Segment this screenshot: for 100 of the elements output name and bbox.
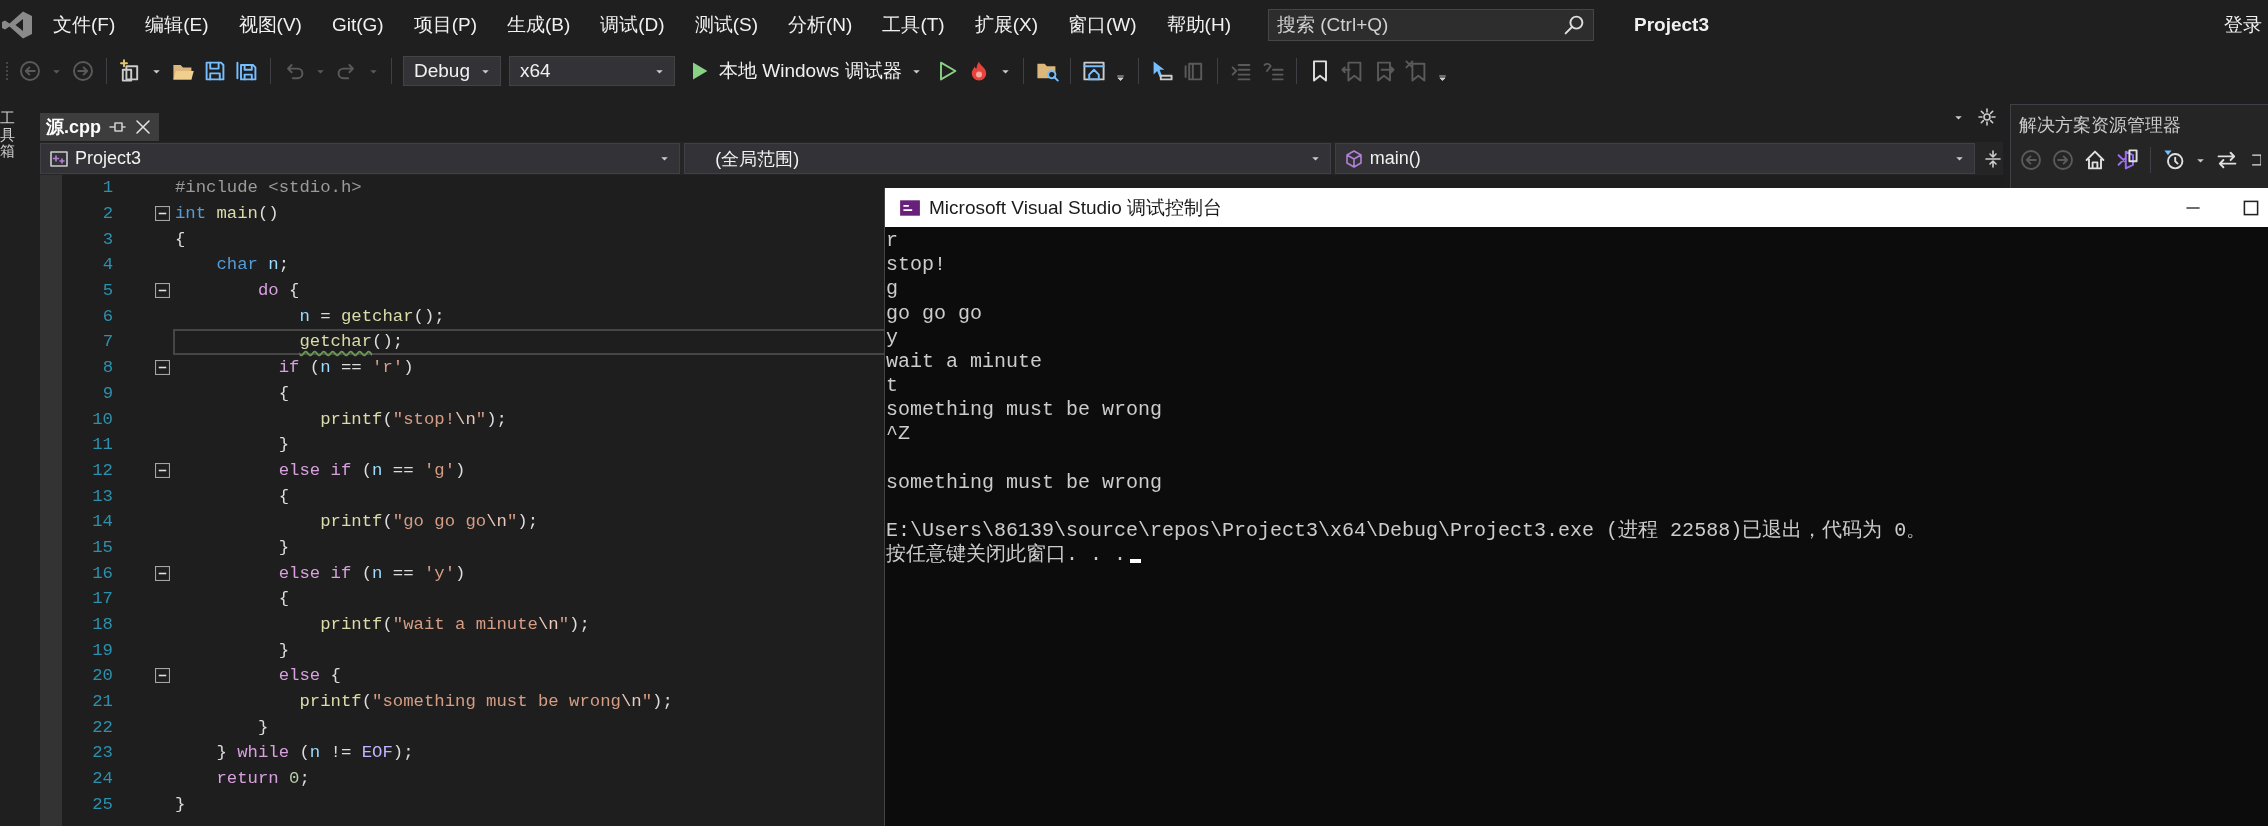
- code-line: if (n == 'r'): [277, 358, 414, 378]
- console-line: ^Z: [886, 422, 910, 447]
- logo-icon: [2, 10, 32, 40]
- line-number: 18: [91, 615, 113, 635]
- menu-item[interactable]: 帮助(H): [1151, 6, 1246, 44]
- code-line: n = getchar();: [298, 306, 445, 326]
- code-line: char n;: [215, 255, 290, 275]
- document-tab[interactable]: 源.cpp: [40, 113, 159, 141]
- project-dropdown[interactable]: Project3: [40, 143, 681, 174]
- line-number: 15: [91, 537, 113, 557]
- line-number: 10: [91, 409, 113, 429]
- line-number: 25: [91, 794, 113, 814]
- line-number: 20: [91, 666, 113, 686]
- line-number: 19: [91, 640, 113, 660]
- menu-item[interactable]: Git(G): [316, 6, 399, 44]
- console-line: 按任意键关闭此窗口. . .: [886, 543, 1126, 568]
- line-number: 4: [101, 255, 113, 275]
- code-line: }: [277, 537, 290, 557]
- cube-icon: [1343, 148, 1364, 169]
- code-line: #include <stdio.h>: [175, 178, 362, 198]
- menu-item[interactable]: 生成(B): [491, 6, 586, 44]
- line-number: 9: [101, 383, 113, 403]
- code-line: else if (n == 'y'): [277, 563, 466, 583]
- code-line: {: [277, 383, 290, 403]
- code-line: }: [277, 435, 290, 455]
- line-number: 5: [101, 281, 113, 301]
- line-number: 7: [101, 332, 113, 352]
- search-field[interactable]: 搜索 (Ctrl+Q): [1268, 9, 1594, 41]
- code-line: {: [175, 229, 186, 249]
- code-line: {: [277, 486, 290, 506]
- member-dropdown[interactable]: main(): [1334, 143, 1975, 174]
- run-button[interactable]: 本地 Windows 调试器: [683, 56, 927, 86]
- console-line: go go go: [886, 301, 982, 326]
- collapse-icon[interactable]: [155, 360, 170, 376]
- collapse-icon[interactable]: [155, 565, 170, 581]
- solution-title: Project3: [1634, 14, 1709, 36]
- home-icon[interactable]: [2083, 148, 2107, 172]
- code-line: else {: [277, 666, 341, 686]
- code-line: else if (n == 'g'): [277, 460, 466, 480]
- previous-bookmark-icon[interactable]: [1339, 59, 1364, 83]
- toolbox-label[interactable]: 工具箱: [0, 110, 15, 160]
- menu-item[interactable]: 扩展(X): [959, 6, 1053, 44]
- line-number: 1: [101, 178, 113, 198]
- forward-icon[interactable]: [71, 59, 95, 83]
- console-line: wait a minute: [886, 349, 1043, 375]
- code-line: printf("wait a minute\n");: [319, 615, 590, 635]
- code-line: printf("stop!\n");: [319, 409, 507, 429]
- platform-dropdown[interactable]: x64: [509, 56, 675, 86]
- menu-item[interactable]: 调试(D): [585, 6, 680, 44]
- line-number: 2: [101, 204, 113, 224]
- collapse-icon[interactable]: [155, 283, 170, 299]
- sign-in-button[interactable]: 登录: [2218, 8, 2268, 42]
- collapse-icon[interactable]: [155, 206, 170, 222]
- menu-item[interactable]: 窗口(W): [1053, 6, 1152, 44]
- code-line: {: [277, 589, 290, 609]
- back-icon[interactable]: [18, 59, 42, 83]
- menu-item[interactable]: 文件(F): [38, 6, 131, 44]
- window-title: Microsoft Visual Studio 调试控制台: [929, 195, 1223, 220]
- console-line: E:\Users\86139\source\repos\Project3\x64\Debug\Project3.exe (进程 22588)已退出，代码为 0。: [886, 519, 1927, 543]
- code-line: printf("something must be wrong\n");: [298, 692, 673, 712]
- line-number: 6: [101, 306, 113, 326]
- code-line: return 0;: [215, 769, 310, 789]
- collapse-icon[interactable]: [155, 668, 170, 684]
- menu-item[interactable]: 编辑(E): [130, 6, 224, 44]
- menu-item[interactable]: 视图(V): [223, 6, 317, 44]
- close-icon[interactable]: [133, 117, 153, 137]
- menu-item[interactable]: 项目(P): [398, 6, 492, 44]
- code-line: int main(): [175, 204, 279, 224]
- search-icon[interactable]: [1562, 13, 1586, 37]
- clock-icon[interactable]: [2162, 148, 2186, 172]
- line-number: 12: [91, 460, 113, 480]
- console-line: something must be wrong: [886, 398, 1163, 423]
- grip-icon[interactable]: [4, 61, 10, 81]
- console-line: y: [886, 325, 898, 350]
- split-icon[interactable]: [1983, 148, 2003, 169]
- console-line: t: [886, 374, 898, 399]
- line-number: 14: [91, 512, 113, 532]
- line-number: 11: [91, 435, 113, 455]
- menu-item[interactable]: 分析(N): [773, 6, 868, 44]
- console-line: g: [886, 277, 898, 302]
- code-line: }: [175, 794, 186, 814]
- code-line: }: [277, 640, 290, 660]
- menu-item[interactable]: 测试(S): [679, 6, 773, 44]
- save-icon[interactable]: [203, 59, 227, 83]
- console-line: r: [886, 229, 898, 254]
- line-number: 17: [91, 589, 113, 609]
- window-icon[interactable]: [1081, 59, 1106, 83]
- line-number: 8: [101, 358, 113, 378]
- collapse-icon[interactable]: [155, 462, 170, 478]
- configuration-dropdown[interactable]: Debug: [403, 56, 501, 86]
- line-number: 21: [91, 692, 113, 712]
- settings-icon[interactable]: [1977, 107, 1997, 127]
- scope-dropdown[interactable]: (全局范围): [684, 143, 1331, 174]
- clear-bookmarks-icon[interactable]: [1403, 59, 1428, 83]
- menu-item[interactable]: 工具(T): [867, 6, 960, 44]
- switch-views-icon[interactable]: [2115, 148, 2139, 172]
- save-all-icon[interactable]: [235, 59, 259, 83]
- line-number: 24: [91, 769, 113, 789]
- code-line: printf("go go go\n");: [319, 512, 538, 532]
- code-line: do {: [256, 281, 300, 301]
